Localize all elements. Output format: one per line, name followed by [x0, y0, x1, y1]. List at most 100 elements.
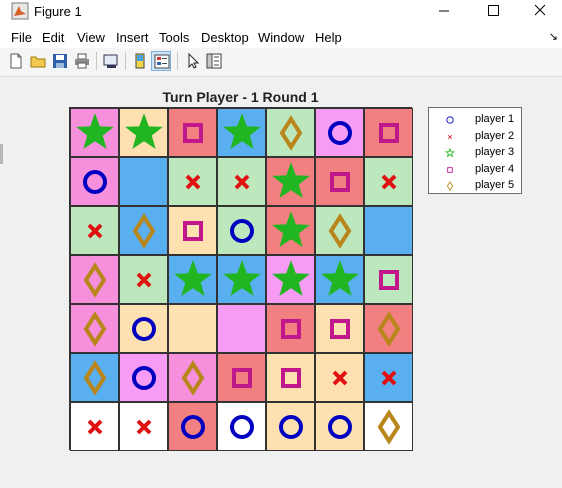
board-cell — [70, 402, 119, 451]
diamond-marker — [83, 262, 107, 298]
board-cell — [364, 108, 413, 157]
star-marker — [272, 162, 310, 199]
close-button[interactable] — [516, 0, 562, 24]
square-marker — [447, 166, 453, 173]
board-cell — [168, 206, 217, 255]
board-cell — [168, 108, 217, 157]
circle-marker — [279, 415, 303, 439]
board-cell — [119, 255, 168, 304]
board-cell — [119, 206, 168, 255]
circle-marker — [181, 415, 205, 439]
menu-window[interactable]: Window — [258, 30, 304, 45]
square-marker — [330, 319, 350, 339]
star-marker — [125, 113, 163, 150]
toolbar-separator — [125, 52, 126, 70]
board-cell — [364, 304, 413, 353]
legend-label: player 2 — [475, 129, 515, 142]
circle-marker — [230, 219, 254, 243]
board-cell — [364, 157, 413, 206]
legend-entry: player 4 — [429, 162, 523, 178]
board-cell — [217, 157, 266, 206]
board-cell — [168, 304, 217, 353]
new-figure-button[interactable] — [6, 51, 26, 71]
board-cell — [70, 157, 119, 206]
maximize-icon — [488, 5, 499, 16]
board-cell — [119, 304, 168, 353]
board-cell — [315, 157, 364, 206]
save-button[interactable] — [50, 51, 70, 71]
print-button[interactable] — [72, 51, 92, 71]
legend-entry: player 2 — [429, 129, 523, 145]
diamond-marker — [328, 213, 352, 249]
board-cell — [266, 353, 315, 402]
star-marker — [223, 113, 261, 150]
window-edge-artifact — [0, 144, 3, 164]
game-board — [69, 107, 413, 451]
board-cell — [364, 353, 413, 402]
board-cell — [217, 108, 266, 157]
insert-legend-button[interactable] — [151, 51, 171, 71]
menu-insert[interactable]: Insert — [116, 30, 149, 45]
x-marker — [234, 174, 250, 190]
star-marker — [223, 260, 261, 297]
property-inspector-button[interactable] — [204, 51, 224, 71]
square-marker — [379, 270, 399, 290]
board-cell — [266, 255, 315, 304]
legend-label: player 5 — [475, 179, 515, 191]
plot-legend[interactable]: player 1 player 2 player 3 player 4 player 5 — [428, 107, 522, 194]
plot-title: Turn Player - 1 Round 1 — [162, 89, 319, 105]
insert-colorbar-button[interactable] — [130, 51, 150, 71]
minimize-button[interactable] — [421, 0, 467, 24]
menu-view[interactable]: View — [77, 30, 105, 45]
legend-entry: player 3 — [429, 145, 523, 161]
board-cell — [70, 108, 119, 157]
board-cell — [168, 402, 217, 451]
menu-tools[interactable]: Tools — [159, 30, 189, 45]
legend-entry: player 5 — [429, 178, 523, 194]
diamond-marker — [446, 181, 454, 191]
save-icon — [53, 54, 67, 68]
link-plot-button[interactable] — [101, 51, 121, 71]
board-cell — [168, 255, 217, 304]
x-marker — [136, 272, 152, 288]
insert-colorbar-icon — [135, 53, 145, 69]
circle-marker — [446, 116, 454, 124]
board-cell — [315, 353, 364, 402]
board-cell — [266, 108, 315, 157]
board-cell — [266, 206, 315, 255]
board-cell — [119, 402, 168, 451]
star-marker — [272, 211, 310, 248]
open-file-button[interactable] — [28, 51, 48, 71]
toolbar-separator — [96, 52, 97, 70]
circle-marker — [328, 415, 352, 439]
board-cell — [266, 304, 315, 353]
board-cell — [364, 255, 413, 304]
board-cell — [217, 402, 266, 451]
board-cell — [217, 353, 266, 402]
property-inspector-icon — [206, 53, 222, 69]
star-marker — [76, 113, 114, 150]
dock-arrow-icon[interactable]: ↘ — [549, 30, 558, 43]
menu-desktop[interactable]: Desktop — [201, 30, 249, 45]
x-marker — [87, 419, 103, 435]
x-marker — [136, 419, 152, 435]
square-marker — [183, 123, 203, 143]
menu-edit[interactable]: Edit — [42, 30, 64, 45]
board-cell — [217, 304, 266, 353]
diamond-marker — [279, 115, 303, 151]
board-cell — [266, 402, 315, 451]
menu-help[interactable]: Help — [315, 30, 342, 45]
board-cell — [364, 402, 413, 451]
maximize-button[interactable] — [470, 0, 516, 24]
figure-toolbar — [0, 48, 562, 77]
board-cell — [315, 402, 364, 451]
board-cell — [119, 108, 168, 157]
circle-marker — [132, 366, 156, 390]
legend-label: player 3 — [475, 146, 515, 158]
menu-file[interactable]: File — [11, 30, 32, 45]
legend-entry: player 1 — [429, 112, 523, 128]
circle-marker — [132, 317, 156, 341]
edit-plot-button[interactable] — [183, 51, 203, 71]
diamond-marker — [83, 360, 107, 396]
x-marker — [87, 223, 103, 239]
